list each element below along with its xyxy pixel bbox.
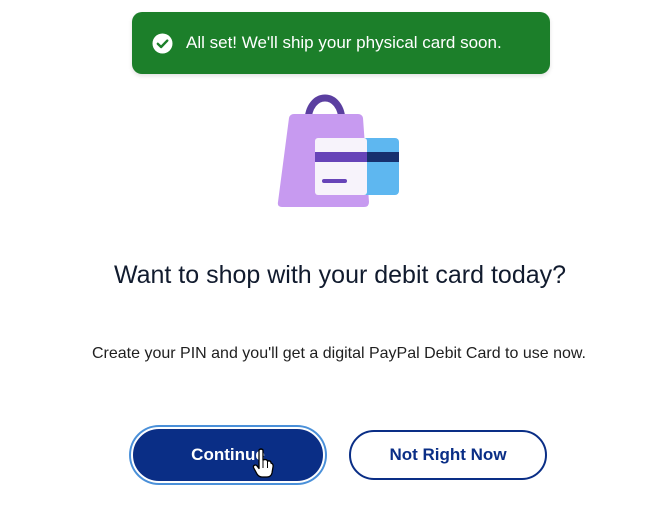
pin-setup-page: All set! We'll ship your physical card s… <box>0 0 669 528</box>
page-title: Want to shop with your debit card today? <box>113 261 567 289</box>
shopping-bag-with-card-icon <box>272 86 404 212</box>
page-description: Create your PIN and you'll get a digital… <box>92 345 586 362</box>
toast-message: All set! We'll ship your physical card s… <box>186 33 502 52</box>
continue-button[interactable]: Continue <box>131 427 325 483</box>
not-right-now-button[interactable]: Not Right Now <box>349 430 547 480</box>
success-toast: All set! We'll ship your physical card s… <box>132 12 550 74</box>
check-circle-icon <box>152 33 173 54</box>
